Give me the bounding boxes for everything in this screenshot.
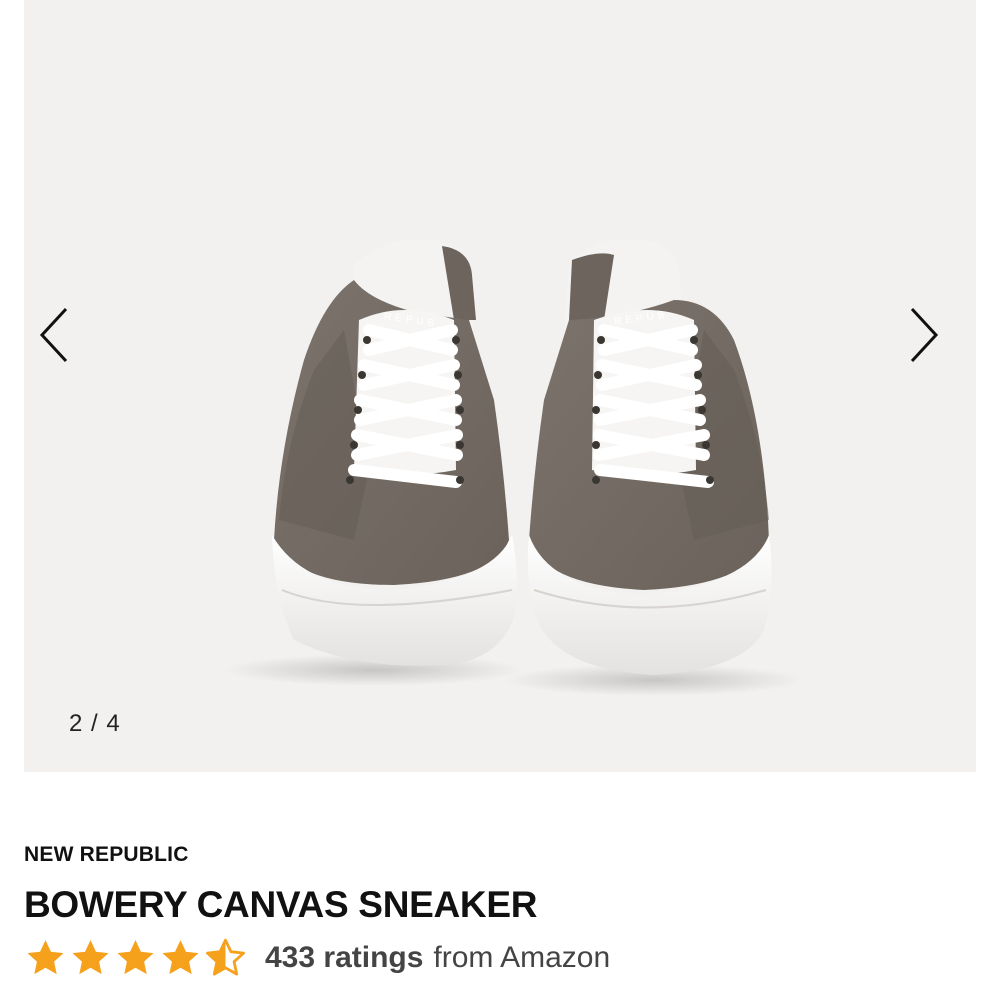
star-full-icon — [27, 940, 64, 975]
rating-text[interactable]: 433 ratings from Amazon — [265, 941, 610, 975]
rating-summary[interactable]: 433 ratings from Amazon — [24, 936, 610, 980]
product-brand[interactable]: NEW REPUBLIC — [24, 843, 189, 867]
star-full-icon — [117, 940, 154, 975]
chevron-left-icon — [39, 307, 68, 363]
star-full-icon — [72, 940, 109, 975]
next-image-button[interactable] — [894, 300, 954, 370]
image-counter: 2 / 4 — [69, 710, 121, 737]
star-half-icon — [206, 938, 245, 976]
chevron-right-icon — [910, 307, 939, 363]
star-full-icon — [162, 940, 199, 975]
star-rating — [24, 937, 247, 979]
product-image-gallery[interactable]: REPUB REPUB 2 / 4 — [24, 0, 976, 772]
product-title: BOWERY CANVAS SNEAKER — [24, 884, 538, 925]
previous-image-button[interactable] — [24, 300, 84, 370]
rating-count: 433 ratings — [265, 941, 424, 974]
right-shoe — [527, 239, 772, 675]
rating-source: from Amazon — [433, 941, 611, 974]
product-image: REPUB REPUB — [224, 239, 804, 696]
left-shoe — [272, 239, 517, 666]
